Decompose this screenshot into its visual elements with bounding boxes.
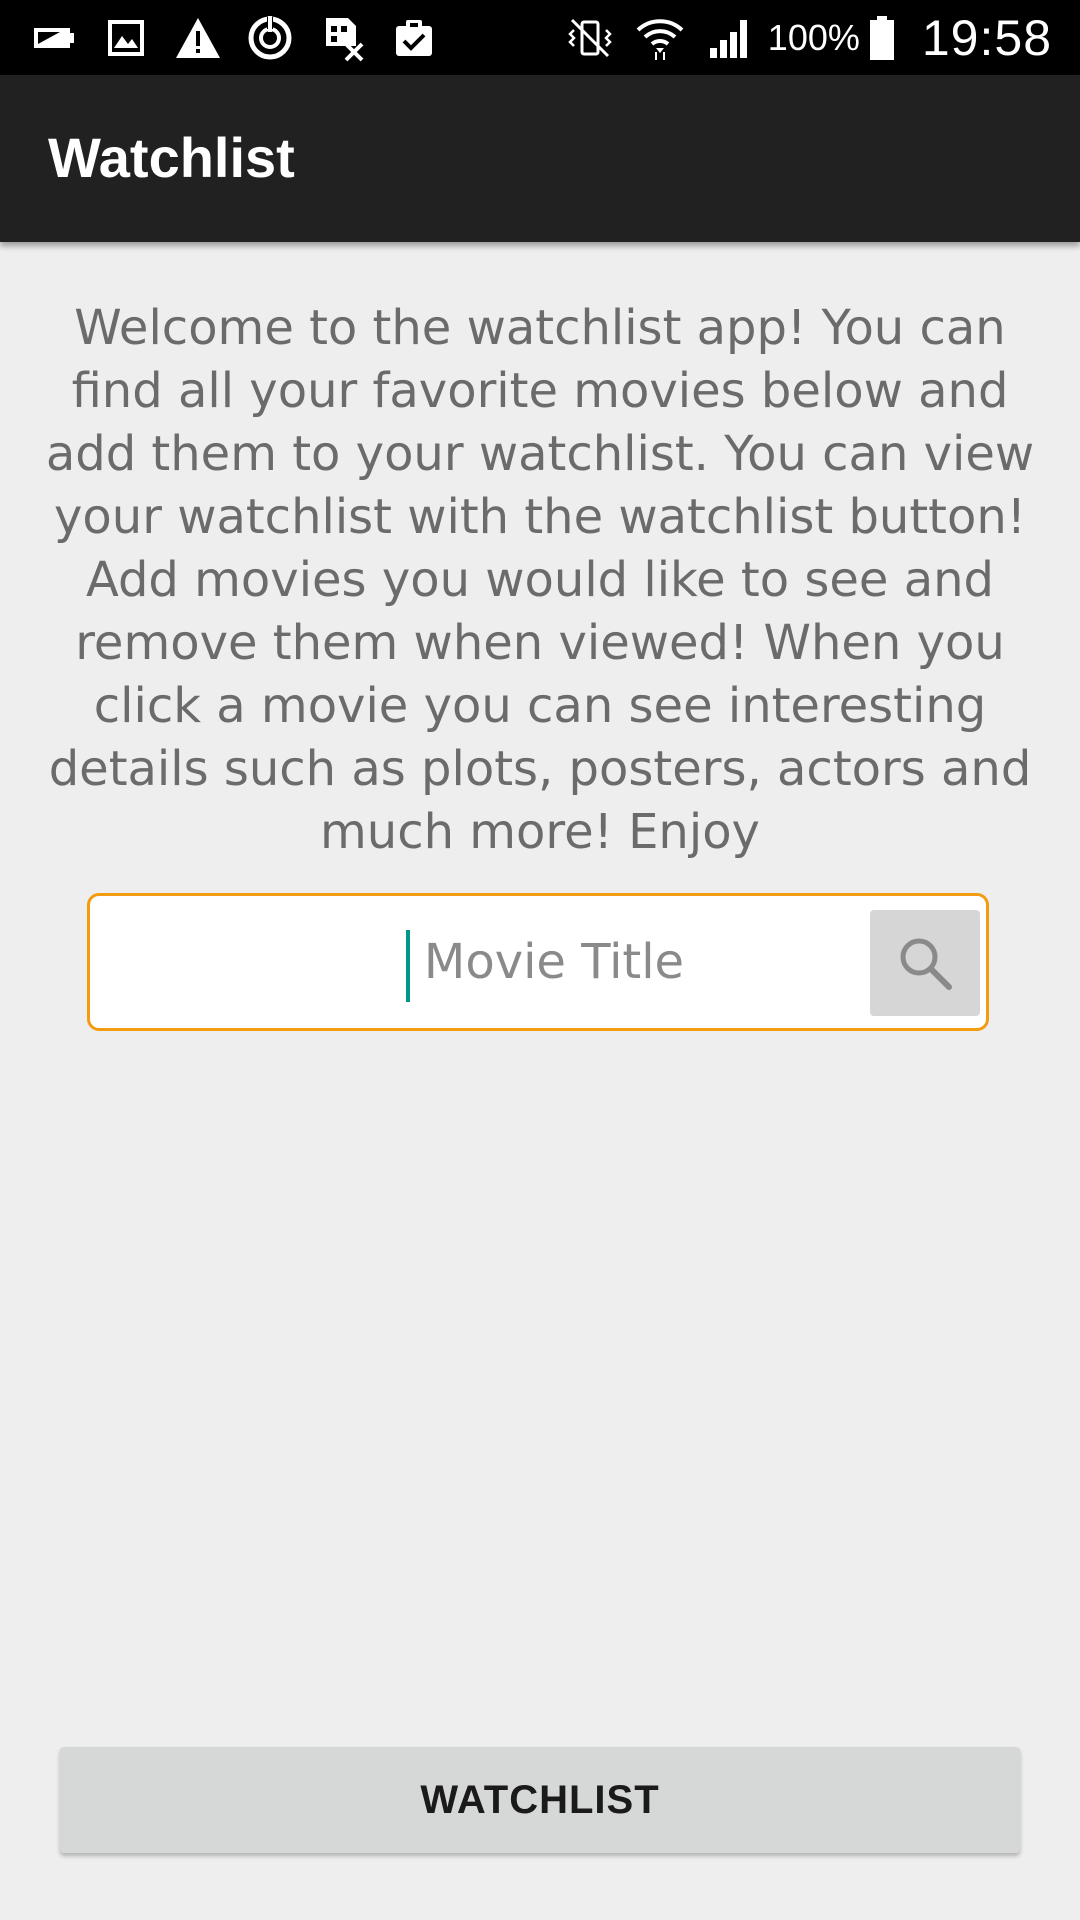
app-title: Watchlist (48, 126, 295, 189)
app-bar: Watchlist (0, 75, 1080, 242)
movie-title-input[interactable] (90, 896, 858, 1028)
search-button[interactable] (870, 910, 980, 1016)
notification-icons (30, 14, 462, 62)
watchlist-button[interactable]: WATCHLIST (60, 1747, 1020, 1853)
sim-card-off-icon (326, 18, 364, 62)
warning-icon (176, 18, 220, 58)
vibrate-mute-icon (568, 18, 612, 58)
battery-percentage: 100% (767, 17, 860, 58)
image-icon (108, 20, 144, 56)
text-cursor (406, 930, 410, 1002)
cellular-signal-icon (709, 20, 747, 58)
sync-icon (248, 16, 292, 60)
wifi-icon (636, 19, 684, 60)
system-icons: 100% 19:58 (544, 8, 1052, 68)
screen: 100% 19:58 Watchlist Welcome to the watc… (0, 0, 1080, 1920)
status-clock: 19:58 (921, 10, 1052, 66)
battery-saver-icon (34, 28, 74, 48)
welcome-text: Welcome to the watchlist app! You can fi… (45, 300, 1035, 860)
clipboard-check-icon (396, 20, 432, 56)
battery-icon (869, 16, 894, 60)
search-icon (900, 938, 952, 990)
search-box (87, 893, 989, 1031)
status-bar: 100% 19:58 (0, 0, 1080, 75)
